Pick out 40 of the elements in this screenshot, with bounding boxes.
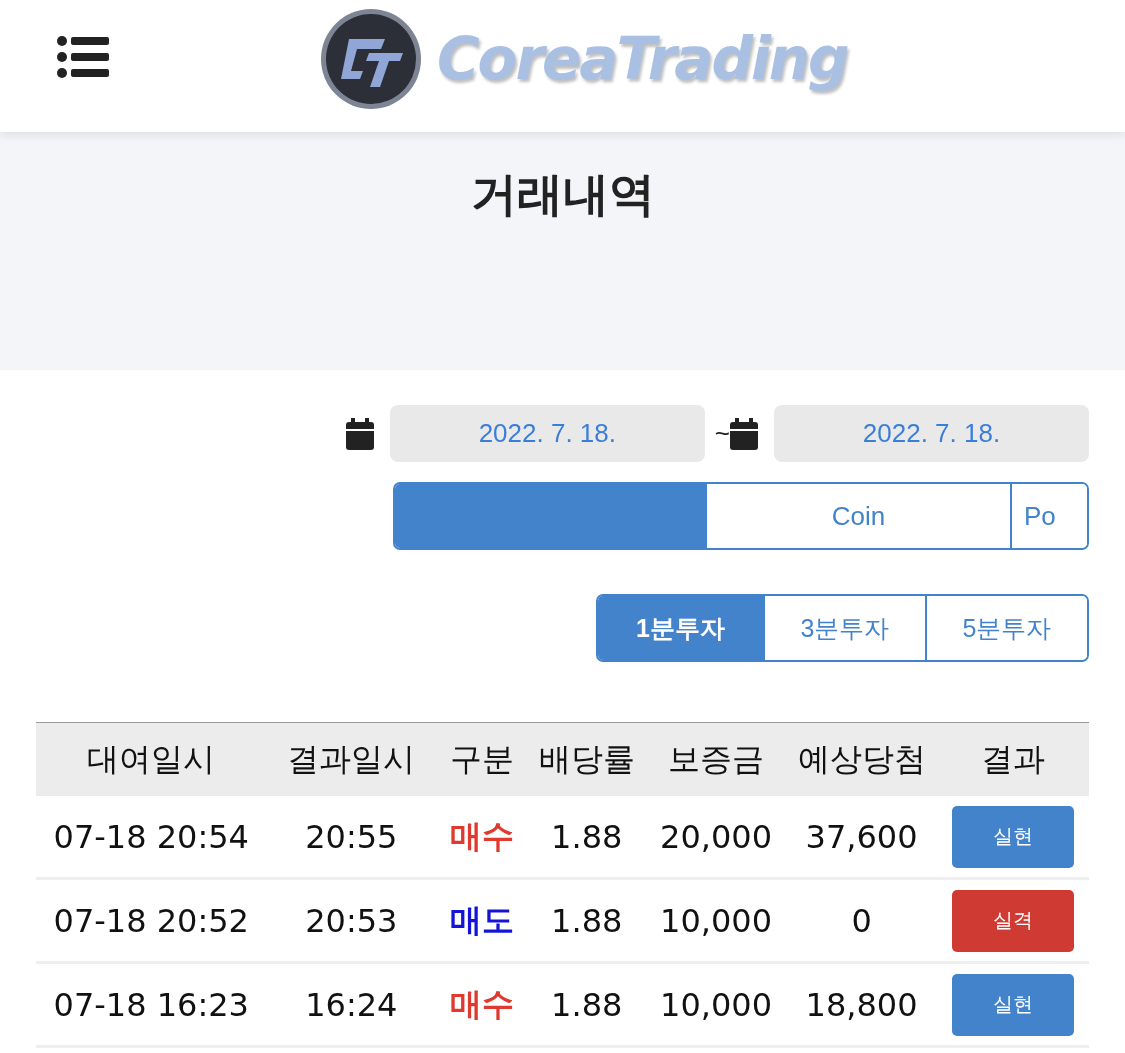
table-cell: 1.88: [527, 962, 647, 1047]
table-cell: 07-18 16:23: [36, 962, 267, 1047]
table-cell: 매수: [436, 962, 528, 1047]
tab[interactable]: Po: [1010, 484, 1087, 548]
tab[interactable]: 1분투자: [598, 596, 763, 660]
column-header: 예상당첨: [785, 722, 938, 796]
table-cell: 10,000: [646, 878, 786, 963]
table-cell: 37,600: [785, 796, 938, 879]
result-button[interactable]: 실현: [952, 973, 1075, 1036]
calendar-icon: [730, 417, 758, 450]
column-header: 결과: [937, 722, 1089, 796]
range-separator: ~: [714, 418, 730, 449]
column-header: 결과일시: [266, 722, 437, 796]
column-header: 구분: [436, 722, 528, 796]
date-field[interactable]: 2022. 7. 18.: [774, 405, 1089, 462]
result-button[interactable]: 실현: [952, 805, 1075, 868]
tab[interactable]: 5분투자: [925, 596, 1087, 660]
table-cell: 20:53: [266, 878, 437, 963]
table-cell: 20,000: [646, 796, 786, 879]
table-cell: 20:55: [266, 796, 437, 879]
table-cell: 매도: [436, 878, 528, 963]
column-header: 대여일시: [36, 722, 267, 796]
logo-emblem-icon: [319, 7, 423, 111]
table-cell: 18,800: [785, 962, 938, 1047]
column-header: 배당률: [527, 722, 647, 796]
page-title: 거래내역: [469, 166, 656, 223]
menu-icon[interactable]: [57, 36, 109, 78]
table-cell: 07-18 20:54: [36, 796, 267, 879]
calendar-icon: [345, 417, 374, 450]
logo-text: CoreaTrading: [437, 25, 848, 93]
table-cell: 0: [785, 878, 938, 963]
column-header: 보증금: [646, 722, 786, 796]
result-button[interactable]: 실격: [952, 889, 1075, 952]
table-cell: 1.88: [527, 796, 647, 879]
table-cell: 매수: [436, 796, 528, 879]
table-cell: 10,000: [646, 962, 786, 1047]
date-field[interactable]: 2022. 7. 18.: [389, 405, 705, 462]
table-cell: 07-18 20:52: [36, 878, 267, 963]
table-cell: 1.88: [527, 878, 647, 963]
table-cell: 16:24: [266, 962, 437, 1047]
